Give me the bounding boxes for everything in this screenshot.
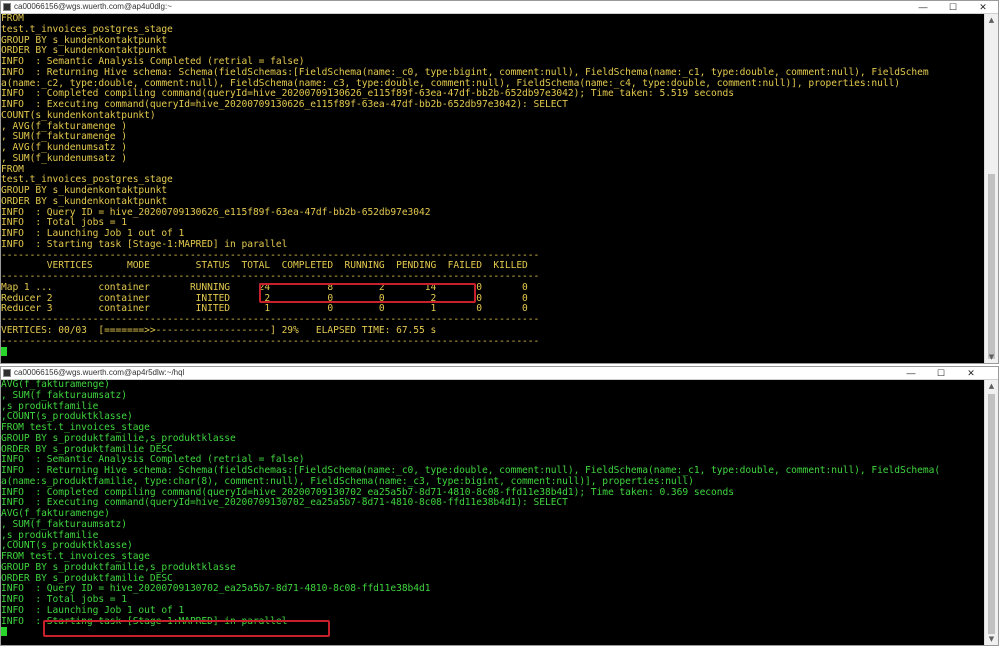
terminal-line: INFO : Query ID = hive_20200709130702_ea… xyxy=(1,583,431,595)
scroll-up-icon[interactable]: ▲ xyxy=(985,380,998,392)
scroll-up-icon[interactable]: ▲ xyxy=(985,14,998,26)
terminal-line: AVG(f_fakturamenge) xyxy=(1,380,110,390)
terminal-line: , SUM(f_kundenumsatz ) xyxy=(1,152,127,164)
maximize-button[interactable]: ☐ xyxy=(926,367,956,379)
terminal-line: ORDER BY s_kundenkontaktpunkt xyxy=(1,195,168,207)
scrollbar-top[interactable]: ▲ ▼ xyxy=(984,14,998,363)
scrollbar-bottom[interactable]: ▲ ▼ xyxy=(984,380,998,645)
table-separator: ----------------------------------------… xyxy=(1,335,540,347)
scroll-thumb[interactable] xyxy=(988,394,995,634)
terminal-line: GROUP BY s_produktfamilie,s_produktklass… xyxy=(1,432,236,444)
terminal-line: test.t_invoices_postgres_stage xyxy=(1,23,173,35)
terminal-line: AVG(f_fakturamenge) xyxy=(1,508,110,519)
window-title-bottom: ca00066156@wgs.wuerth.com@ap4r5dlw:~/hql xyxy=(14,368,185,377)
terminal-line: INFO : Executing command(queryId=hive_20… xyxy=(1,497,568,509)
terminal-window-top[interactable]: ca00066156@wgs.wuerth.com@ap4u0dlg:~ — ☐… xyxy=(0,0,999,364)
terminal-line: , SUM(f_fakturamenge ) xyxy=(1,131,127,143)
window-title-top: ca00066156@wgs.wuerth.com@ap4u0dlg:~ xyxy=(14,2,172,11)
terminal-line: INFO : Starting task [Stage-1:MAPRED] in… xyxy=(1,238,288,250)
terminal-line: INFO : Returning Hive schema: Schema(fie… xyxy=(1,66,929,78)
cursor-icon xyxy=(1,347,7,357)
terminal-line: INFO : Launching Job 1 out of 1 xyxy=(1,604,185,616)
table-row: Map 1 ... container RUNNING 24 8 2 14 0 … xyxy=(1,281,528,293)
terminal-line: INFO : Query ID = hive_20200709130626_e1… xyxy=(1,206,431,218)
terminal-line: , SUM(f_fakturaumsatz) xyxy=(1,389,127,401)
progress-line: VERTICES: 00/03 [=======>>--------------… xyxy=(1,324,437,336)
cursor-icon xyxy=(1,627,7,637)
scroll-down-icon[interactable]: ▼ xyxy=(985,351,998,363)
terminal-line: ,s_produktfamilie xyxy=(1,529,99,541)
terminal-app-icon xyxy=(3,369,11,377)
terminal-output-top[interactable]: FROM test.t_invoices_postgres_stage GROU… xyxy=(1,14,984,363)
highlight-box-running-counts xyxy=(259,283,476,303)
title-bar-bottom[interactable]: ca00066156@wgs.wuerth.com@ap4r5dlw:~/hql… xyxy=(1,367,998,380)
close-button[interactable]: ✕ xyxy=(968,1,998,13)
maximize-button[interactable]: ☐ xyxy=(938,1,968,13)
prompt-line[interactable] xyxy=(1,347,984,358)
terminal-line: ,s_produktfamilie xyxy=(1,400,99,412)
terminal-window-bottom[interactable]: ca00066156@wgs.wuerth.com@ap4r5dlw:~/hql… xyxy=(0,366,999,646)
terminal-line: COUNT(s_kundenkontaktpunkt) xyxy=(1,109,156,121)
terminal-app-icon xyxy=(3,3,11,11)
close-button[interactable]: ✕ xyxy=(956,367,986,379)
terminal-line: , AVG(f_fakturamenge ) xyxy=(1,120,127,132)
terminal-line: , SUM(f_fakturaumsatz) xyxy=(1,518,127,530)
terminal-output-bottom[interactable]: AVG(f_fakturamenge) , SUM(f_fakturaumsat… xyxy=(1,380,984,645)
title-bar-top[interactable]: ca00066156@wgs.wuerth.com@ap4u0dlg:~ — ☐… xyxy=(1,1,998,14)
minimize-button[interactable]: — xyxy=(908,1,938,13)
minimize-button[interactable]: — xyxy=(896,367,926,379)
scroll-down-icon[interactable]: ▼ xyxy=(985,633,998,645)
terminal-line: a(name:s_produktfamilie, type:char(8), c… xyxy=(1,475,694,487)
scroll-thumb[interactable] xyxy=(988,174,995,359)
terminal-line: , AVG(f_kundenumsatz ) xyxy=(1,142,127,153)
highlight-box-starting-task xyxy=(43,620,330,637)
terminal-line: GROUP BY s_produktfamilie,s_produktklass… xyxy=(1,561,236,573)
